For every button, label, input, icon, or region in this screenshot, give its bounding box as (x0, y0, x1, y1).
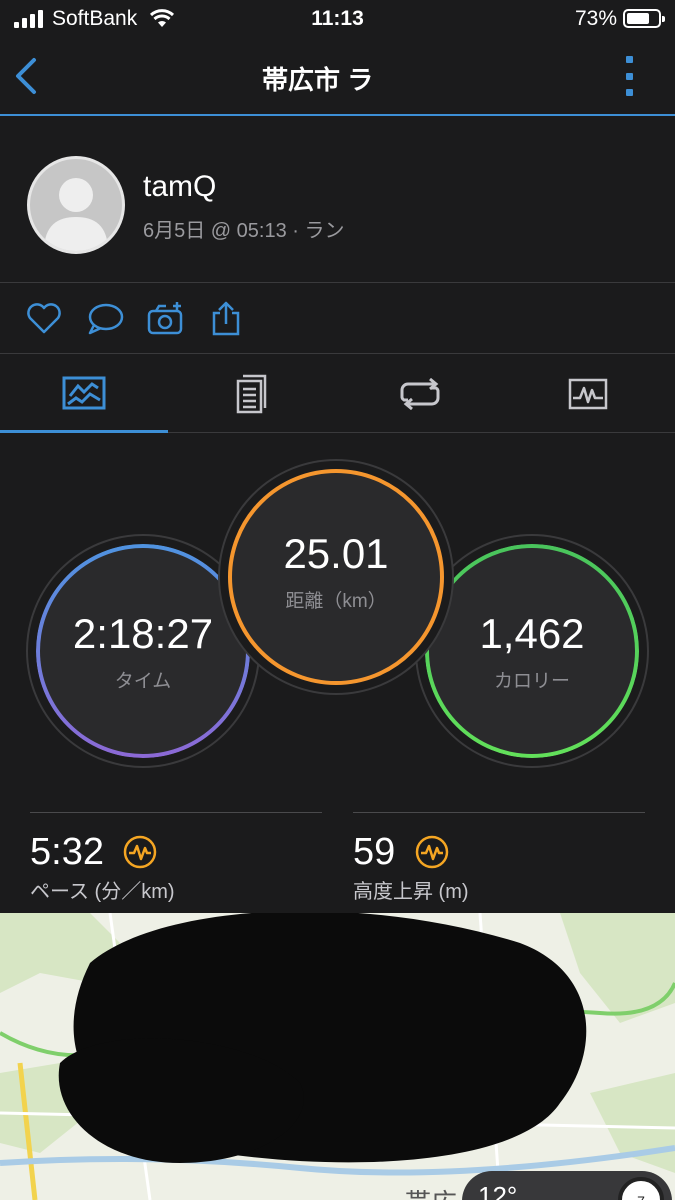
elevation-insight-icon[interactable] (415, 835, 449, 869)
default-user-icon (44, 178, 108, 251)
battery-percent: 73% (574, 7, 617, 30)
action-row (0, 284, 675, 354)
pace-insight-icon[interactable] (123, 835, 157, 869)
stats-list-icon (236, 374, 267, 414)
elevation-metric: 59 高度上昇 (m) (353, 812, 645, 912)
comment-icon[interactable] (86, 301, 126, 337)
back-button[interactable] (12, 56, 42, 96)
pace-metric: 5:32 ペース (分／km) (30, 812, 322, 912)
avatar[interactable] (27, 156, 125, 254)
weather-badge[interactable]: 12° 7 (462, 1171, 672, 1200)
calories-label: カロリー (493, 670, 570, 692)
wind-direction-icon: 7 (618, 1177, 664, 1200)
tab-stats[interactable] (168, 355, 336, 433)
camera-add-icon[interactable] (146, 301, 186, 337)
map-place-label: 帯広 (405, 1183, 457, 1200)
summary-stats: 2:18:27 タイム 1,462 カロリー 25.01 距離（km） (0, 433, 675, 803)
tab-map-summary[interactable] (0, 355, 168, 433)
navigation-bar: 帯広市 ラ (0, 38, 675, 116)
username[interactable]: tamQ (143, 170, 216, 204)
activity-owner: tamQ 6月5日 @ 05:13 · ラン (0, 118, 675, 283)
route-map[interactable]: 帯広 12° 7 (0, 913, 675, 1200)
more-options-button[interactable] (621, 56, 637, 96)
page-title: 帯広市 ラ (250, 56, 430, 100)
time-label: タイム (114, 670, 172, 692)
activity-date-type: 6月5日 @ 05:13 · ラン (143, 220, 345, 242)
distance-label: 距離（km） (285, 590, 387, 612)
activity-tabs (0, 355, 675, 433)
charts-icon (568, 378, 608, 410)
time-value: 2:18:27 (72, 609, 214, 657)
elevation-value: 59 (353, 831, 396, 873)
status-bar: SoftBank 11:13 73% (0, 0, 675, 38)
pace-label: ペース (分／km) (30, 881, 175, 903)
status-time: 11:13 (311, 7, 364, 30)
heart-icon[interactable] (24, 301, 64, 337)
map-background (0, 913, 675, 1200)
map-summary-icon (62, 376, 106, 409)
weather-temperature: 12° (478, 1181, 518, 1200)
calories-value: 1,462 (479, 609, 585, 657)
elevation-label: 高度上昇 (m) (353, 881, 469, 903)
tab-charts[interactable] (504, 355, 672, 433)
battery-icon (623, 9, 665, 28)
pace-value: 5:32 (30, 831, 104, 873)
share-icon[interactable] (206, 301, 246, 337)
laps-icon (400, 378, 440, 410)
tab-laps[interactable] (336, 355, 504, 433)
distance-stat-circle: 25.01 距離（km） (220, 461, 452, 693)
distance-value: 25.01 (283, 529, 389, 577)
